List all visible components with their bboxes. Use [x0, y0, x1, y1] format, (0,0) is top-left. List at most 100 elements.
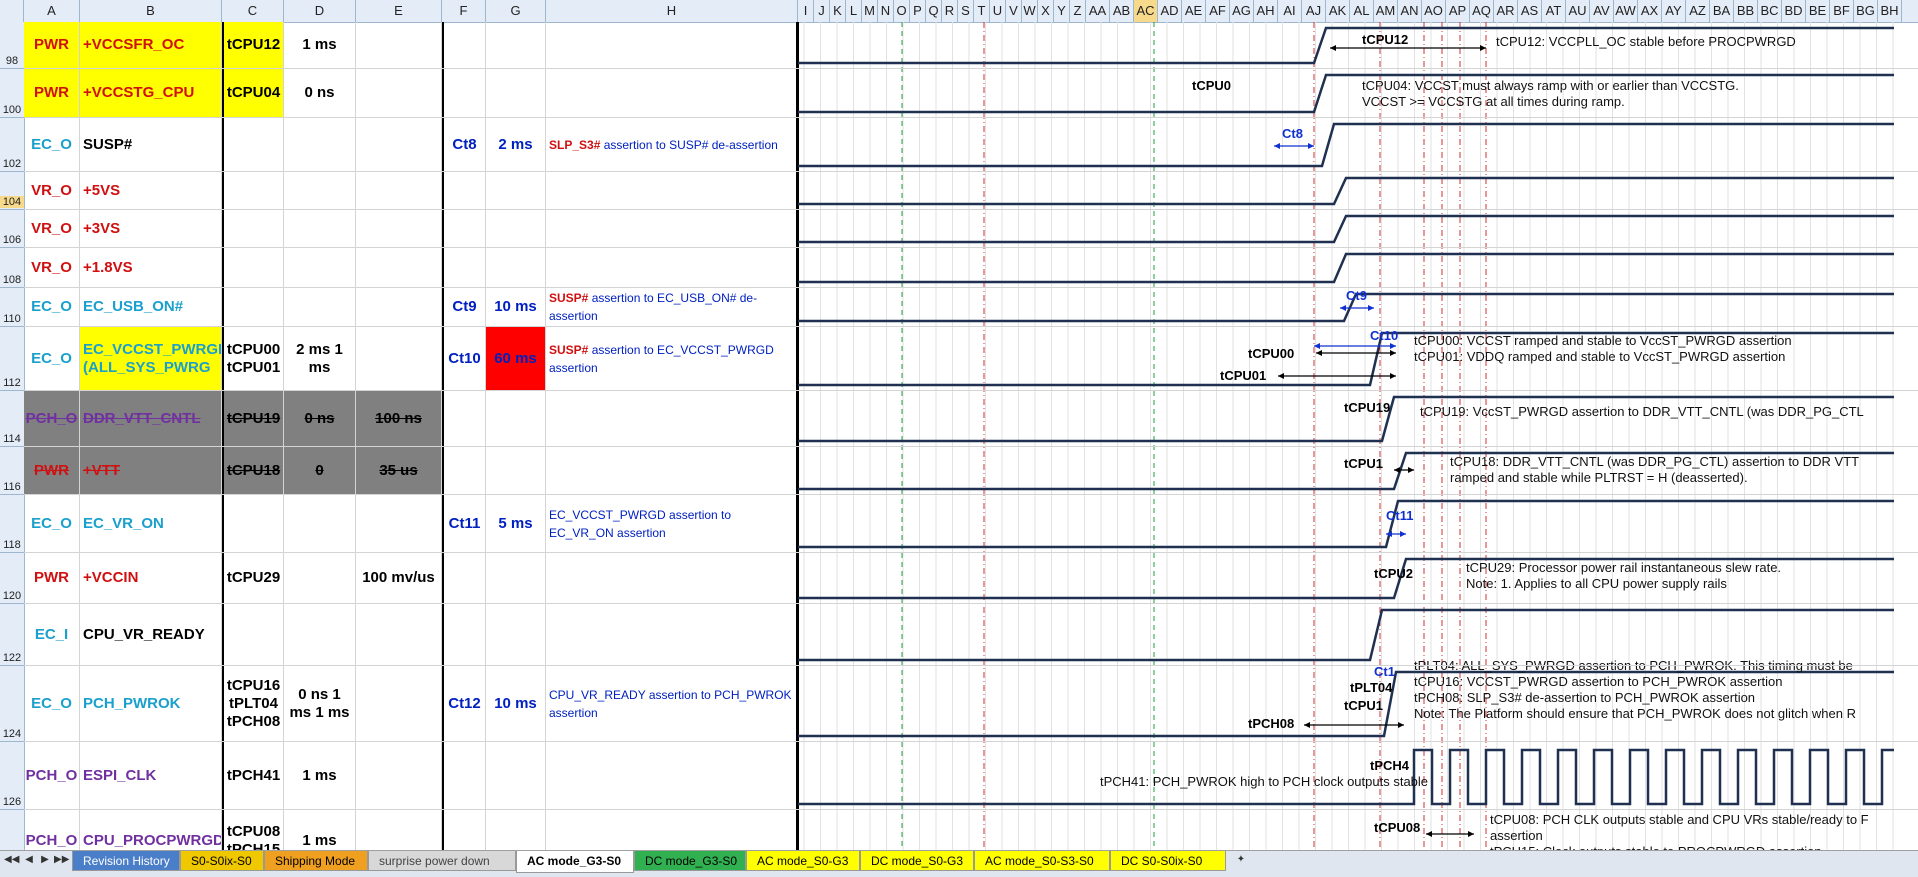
column-header-am[interactable]: AM — [1374, 0, 1398, 22]
description-cell[interactable]: CPU_VR_READY assertion to PCH_PWROK asse… — [546, 666, 798, 741]
param-cell[interactable]: tCPU00 tCPU01 — [222, 327, 284, 390]
max-cell[interactable]: 100 ns — [356, 391, 442, 446]
signal-name-cell[interactable]: SUSP# — [80, 118, 222, 171]
signal-type-cell[interactable]: PCH_O — [24, 810, 80, 850]
column-header-ar[interactable]: AR — [1494, 0, 1518, 22]
column-header-ab[interactable]: AB — [1110, 0, 1134, 22]
row-number[interactable]: 126 — [0, 796, 24, 808]
max-cell[interactable] — [356, 742, 442, 809]
min-cell[interactable]: 0 — [284, 447, 356, 494]
description-cell[interactable] — [546, 172, 798, 209]
description-cell[interactable] — [546, 248, 798, 287]
column-header-bd[interactable]: BD — [1782, 0, 1806, 22]
param-cell[interactable]: tCPU12 — [222, 22, 284, 68]
last-sheet-icon[interactable]: ▶▶ — [54, 853, 69, 867]
column-header-aq[interactable]: AQ — [1470, 0, 1494, 22]
signal-type-cell[interactable]: PWR — [24, 553, 80, 603]
column-header-j[interactable]: J — [814, 0, 830, 22]
timing-id-cell[interactable] — [442, 447, 486, 494]
column-header-af[interactable]: AF — [1206, 0, 1230, 22]
column-header-x[interactable]: X — [1038, 0, 1054, 22]
description-cell[interactable]: SUSP# assertion to EC_USB_ON# de-asserti… — [546, 288, 798, 326]
timing-value-cell[interactable] — [486, 69, 546, 117]
max-cell[interactable] — [356, 810, 442, 850]
timing-id-cell[interactable] — [442, 810, 486, 850]
timing-id-cell[interactable]: Ct8 — [442, 118, 486, 171]
column-header-h[interactable]: H — [546, 0, 798, 22]
timing-value-cell[interactable] — [486, 742, 546, 809]
signal-name-cell[interactable]: PCH_PWROK — [80, 666, 222, 741]
description-cell[interactable] — [546, 553, 798, 603]
column-header-w[interactable]: W — [1022, 0, 1038, 22]
timing-value-cell[interactable] — [486, 447, 546, 494]
column-header-c[interactable]: C — [222, 0, 284, 22]
param-cell[interactable]: tCPU19 — [222, 391, 284, 446]
column-header-ay[interactable]: AY — [1662, 0, 1686, 22]
signal-type-cell[interactable]: PWR — [24, 22, 80, 68]
min-cell[interactable] — [284, 210, 356, 247]
row-number[interactable]: 122 — [0, 652, 24, 664]
signal-name-cell[interactable]: CPU_VR_READY — [80, 604, 222, 665]
tab-surprise-power-down[interactable]: surprise power down — [368, 851, 516, 871]
column-header-r[interactable]: R — [942, 0, 958, 22]
min-cell[interactable] — [284, 118, 356, 171]
description-cell[interactable] — [546, 69, 798, 117]
signal-name-cell[interactable]: DDR_VTT_CNTL — [80, 391, 222, 446]
row-number[interactable]: 124 — [0, 728, 24, 740]
param-cell[interactable]: tCPU16 tPLT04 tPCH08 — [222, 666, 284, 741]
description-cell[interactable] — [546, 391, 798, 446]
max-cell[interactable] — [356, 666, 442, 741]
signal-name-cell[interactable]: +5VS — [80, 172, 222, 209]
min-cell[interactable] — [284, 604, 356, 665]
column-header-bg[interactable]: BG — [1854, 0, 1878, 22]
tab-ac-mode-g3-s0[interactable]: AC mode_G3-S0 — [516, 851, 634, 873]
row-number[interactable]: 108 — [0, 274, 24, 286]
signal-name-cell[interactable]: +VCCIN — [80, 553, 222, 603]
param-cell[interactable] — [222, 210, 284, 247]
description-cell[interactable] — [546, 742, 798, 809]
min-cell[interactable] — [284, 288, 356, 326]
signal-type-cell[interactable]: PCH_O — [24, 391, 80, 446]
signal-name-cell[interactable]: +VCCSFR_OC — [80, 22, 222, 68]
max-cell[interactable] — [356, 327, 442, 390]
next-sheet-icon[interactable]: ▶ — [38, 853, 52, 867]
max-cell[interactable]: 35 us — [356, 447, 442, 494]
timing-id-cell[interactable] — [442, 553, 486, 603]
max-cell[interactable] — [356, 172, 442, 209]
timing-id-cell[interactable] — [442, 391, 486, 446]
column-header-ao[interactable]: AO — [1422, 0, 1446, 22]
column-header-ah[interactable]: AH — [1254, 0, 1278, 22]
signal-type-cell[interactable]: EC_O — [24, 666, 80, 741]
timing-value-cell[interactable] — [486, 248, 546, 287]
tab-ac-mode-s0-g3[interactable]: AC mode_S0-G3 — [746, 851, 860, 871]
max-cell[interactable] — [356, 22, 442, 68]
timing-id-cell[interactable]: Ct10 — [442, 327, 486, 390]
tab-dc-s0-s0ix-s0[interactable]: DC S0-S0ix-S0 — [1110, 851, 1226, 871]
timing-value-cell[interactable] — [486, 172, 546, 209]
timing-id-cell[interactable] — [442, 210, 486, 247]
column-header-b[interactable]: B — [80, 0, 222, 22]
timing-id-cell[interactable] — [442, 604, 486, 665]
column-header-g[interactable]: G — [486, 0, 546, 22]
column-header-ak[interactable]: AK — [1326, 0, 1350, 22]
timing-id-cell[interactable] — [442, 22, 486, 68]
min-cell[interactable]: 0 ns — [284, 69, 356, 117]
tab-dc-mode-s0-g3[interactable]: DC mode_S0-G3 — [860, 851, 974, 871]
column-header-ad[interactable]: AD — [1158, 0, 1182, 22]
param-cell[interactable]: tCPU18 — [222, 447, 284, 494]
signal-type-cell[interactable]: PWR — [24, 447, 80, 494]
signal-type-cell[interactable]: PCH_O — [24, 742, 80, 809]
param-cell[interactable] — [222, 288, 284, 326]
column-header-bb[interactable]: BB — [1734, 0, 1758, 22]
column-header-at[interactable]: AT — [1542, 0, 1566, 22]
description-cell[interactable]: SUSP# assertion to EC_VCCST_PWRGD assert… — [546, 327, 798, 390]
row-number[interactable]: 118 — [0, 539, 24, 551]
column-header-be[interactable]: BE — [1806, 0, 1830, 22]
param-cell[interactable] — [222, 495, 284, 552]
param-cell[interactable] — [222, 248, 284, 287]
row-number[interactable]: 100 — [0, 104, 24, 116]
column-header-aa[interactable]: AA — [1086, 0, 1110, 22]
column-header-ag[interactable]: AG — [1230, 0, 1254, 22]
min-cell[interactable] — [284, 553, 356, 603]
signal-type-cell[interactable]: VR_O — [24, 248, 80, 287]
